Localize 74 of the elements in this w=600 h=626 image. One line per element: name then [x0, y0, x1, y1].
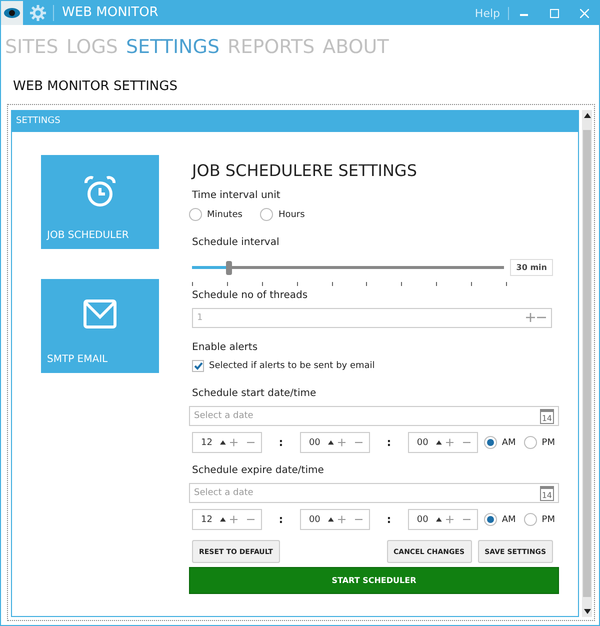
maximize-icon [550, 8, 558, 18]
increase-icon [230, 438, 238, 447]
radio-button[interactable] [524, 513, 537, 526]
time-spinner[interactable]: 12 [192, 432, 262, 453]
panel-header: SETTINGS [12, 110, 578, 132]
section-heading: JOB SCHEDULERE SETTINGS [192, 161, 418, 180]
time-value: 00 [416, 514, 428, 524]
up-arrow-icon [220, 440, 226, 445]
field-label: Time interval unit [192, 190, 282, 201]
radio-label: PM [542, 514, 555, 524]
radio-button[interactable] [484, 436, 497, 449]
envelope-icon [83, 299, 117, 329]
time-value: 00 [308, 514, 320, 524]
date-placeholder: Select a date [194, 411, 254, 421]
radio-button[interactable] [260, 208, 274, 221]
time-value: 00 [308, 438, 320, 448]
alarm-clock-icon [83, 175, 117, 209]
field-label: Schedule no of threads [192, 290, 309, 301]
checkbox-label: Selected if alerts to be sent by email [209, 361, 375, 371]
time-spinner[interactable]: 00 [300, 432, 370, 453]
time-separator: : [386, 513, 392, 526]
date-placeholder: Select a date [194, 488, 254, 498]
field-label: Schedule expire date/time [192, 465, 325, 476]
slider-thumb[interactable] [226, 260, 232, 274]
page-title: WEB MONITOR SETTINGS [12, 78, 178, 96]
time-value: 12 [201, 438, 212, 448]
radio-label: AM [502, 438, 516, 448]
settings-icon [29, 4, 47, 22]
time-spinner[interactable]: 00 [408, 509, 478, 530]
time-separator: : [278, 436, 284, 449]
radio-button[interactable] [189, 208, 202, 221]
up-arrow-icon [220, 517, 226, 522]
up-arrow-icon [328, 517, 334, 522]
window-title: WEB MONITOR [53, 5, 158, 21]
increase-icon [446, 438, 454, 447]
calendar-icon[interactable]: 14 [540, 408, 554, 424]
start-button[interactable]: START SCHEDULER [189, 567, 559, 594]
nav-tab[interactable]: SETTINGS [126, 36, 220, 58]
time-value: 00 [416, 438, 428, 448]
threads-field[interactable]: 1 [192, 308, 552, 328]
radio-label: PM [542, 438, 555, 448]
up-arrow-icon [328, 440, 334, 445]
close-icon [580, 8, 588, 18]
time-separator: : [386, 436, 392, 449]
up-arrow-icon [436, 440, 442, 445]
date-field[interactable]: Select a date 14 [189, 483, 559, 503]
radio-label: Hours [278, 210, 305, 220]
interval-slider[interactable] [192, 260, 504, 274]
increase-icon [338, 515, 346, 524]
calendar-icon[interactable]: 14 [540, 486, 554, 500]
radio-label: AM [502, 514, 516, 524]
time-separator: : [278, 513, 284, 526]
scrollbar[interactable] [582, 110, 592, 617]
field-label: Schedule interval [192, 237, 280, 248]
radio-button[interactable] [524, 436, 537, 449]
checkbox[interactable] [192, 360, 204, 372]
time-spinner[interactable]: 00 [408, 432, 478, 453]
field-label: Enable alerts [192, 342, 259, 353]
radio-button[interactable] [484, 513, 497, 526]
time-spinner[interactable]: 00 [300, 509, 370, 530]
increase-icon [526, 313, 535, 322]
eye-logo-icon [1, 1, 23, 25]
increase-icon [446, 515, 454, 524]
date-field[interactable]: Select a date 14 [189, 406, 559, 426]
time-value: 12 [201, 514, 212, 524]
radio-label: Minutes [207, 210, 242, 220]
increase-icon [338, 438, 346, 447]
increase-icon [230, 515, 238, 524]
scroll-up-icon [584, 113, 590, 118]
scroll-down-icon [584, 609, 590, 614]
time-spinner[interactable]: 12 [192, 509, 262, 530]
interval-reading: 30 min [510, 259, 553, 276]
up-arrow-icon [436, 517, 442, 522]
field-label: Schedule start date/time [192, 388, 318, 399]
